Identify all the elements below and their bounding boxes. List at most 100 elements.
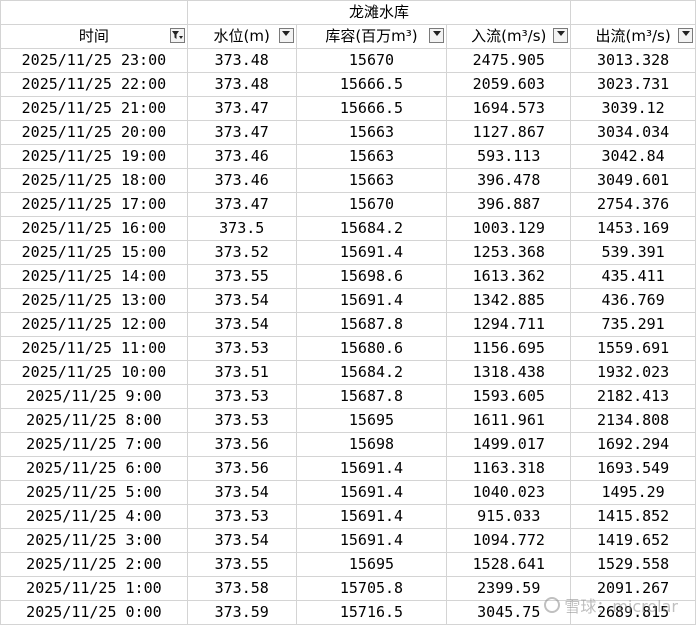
inflow-cell[interactable]: 396.478 [446, 168, 572, 193]
water-level-cell[interactable]: 373.59 [186, 600, 297, 625]
outflow-cell[interactable]: 539.391 [570, 240, 696, 265]
water-level-cell[interactable]: 373.53 [186, 336, 297, 361]
time-cell[interactable]: 2025/11/25 6:00 [0, 456, 188, 481]
time-cell[interactable]: 2025/11/25 9:00 [0, 384, 188, 409]
water-level-cell[interactable]: 373.47 [186, 192, 297, 217]
water-level-cell[interactable]: 373.54 [186, 312, 297, 337]
storage-cell[interactable]: 15666.5 [295, 72, 448, 97]
time-cell[interactable]: 2025/11/25 7:00 [0, 432, 188, 457]
storage-cell[interactable]: 15663 [295, 144, 448, 169]
inflow-cell[interactable]: 1528.641 [446, 552, 572, 577]
storage-cell[interactable]: 15670 [295, 48, 448, 73]
outflow-cell[interactable]: 3042.84 [570, 144, 696, 169]
water-level-cell[interactable]: 373.48 [186, 72, 297, 97]
water-level-cell[interactable]: 373.5 [186, 216, 297, 241]
inflow-cell[interactable]: 1694.573 [446, 96, 572, 121]
water-level-cell[interactable]: 373.47 [186, 96, 297, 121]
time-cell[interactable]: 2025/11/25 2:00 [0, 552, 188, 577]
water-level-cell[interactable]: 373.55 [186, 264, 297, 289]
water-level-cell[interactable]: 373.58 [186, 576, 297, 601]
title-blank-cell[interactable] [0, 0, 188, 25]
outflow-cell[interactable]: 1529.558 [570, 552, 696, 577]
outflow-cell[interactable]: 3023.731 [570, 72, 696, 97]
filter-active-icon[interactable] [169, 28, 185, 43]
outflow-cell[interactable]: 1453.169 [570, 216, 696, 241]
storage-cell[interactable]: 15691.4 [295, 504, 448, 529]
water-level-cell[interactable]: 373.52 [186, 240, 297, 265]
inflow-cell[interactable]: 1318.438 [446, 360, 572, 385]
storage-cell[interactable]: 15684.2 [295, 216, 448, 241]
inflow-cell[interactable]: 1611.961 [446, 408, 572, 433]
time-cell[interactable]: 2025/11/25 12:00 [0, 312, 188, 337]
storage-cell[interactable]: 15691.4 [295, 480, 448, 505]
outflow-cell[interactable]: 1419.652 [570, 528, 696, 553]
storage-cell[interactable]: 15666.5 [295, 96, 448, 121]
time-cell[interactable]: 2025/11/25 1:00 [0, 576, 188, 601]
time-cell[interactable]: 2025/11/25 0:00 [0, 600, 188, 625]
header-water-level[interactable]: 水位(m) [186, 24, 297, 49]
outflow-cell[interactable]: 1932.023 [570, 360, 696, 385]
storage-cell[interactable]: 15698 [295, 432, 448, 457]
time-cell[interactable]: 2025/11/25 23:00 [0, 48, 188, 73]
inflow-cell[interactable]: 1593.605 [446, 384, 572, 409]
inflow-cell[interactable]: 1156.695 [446, 336, 572, 361]
outflow-cell[interactable]: 1495.29 [570, 480, 696, 505]
water-level-cell[interactable]: 373.46 [186, 168, 297, 193]
storage-cell[interactable]: 15663 [295, 120, 448, 145]
storage-cell[interactable]: 15684.2 [295, 360, 448, 385]
time-cell[interactable]: 2025/11/25 10:00 [0, 360, 188, 385]
water-level-cell[interactable]: 373.53 [186, 384, 297, 409]
water-level-cell[interactable]: 373.48 [186, 48, 297, 73]
outflow-cell[interactable]: 1559.691 [570, 336, 696, 361]
water-level-cell[interactable]: 373.51 [186, 360, 297, 385]
water-level-cell[interactable]: 373.54 [186, 528, 297, 553]
storage-cell[interactable]: 15691.4 [295, 288, 448, 313]
header-time[interactable]: 时间 [0, 24, 188, 49]
water-level-cell[interactable]: 373.53 [186, 504, 297, 529]
time-cell[interactable]: 2025/11/25 22:00 [0, 72, 188, 97]
storage-cell[interactable]: 15670 [295, 192, 448, 217]
storage-cell[interactable]: 15691.4 [295, 456, 448, 481]
time-cell[interactable]: 2025/11/25 20:00 [0, 120, 188, 145]
water-level-cell[interactable]: 373.46 [186, 144, 297, 169]
storage-cell[interactable]: 15698.6 [295, 264, 448, 289]
dropdown-arrow-icon[interactable] [429, 28, 445, 43]
storage-cell[interactable]: 15687.8 [295, 384, 448, 409]
storage-cell[interactable]: 15691.4 [295, 528, 448, 553]
outflow-cell[interactable]: 2754.376 [570, 192, 696, 217]
header-storage[interactable]: 库容(百万m³) [295, 24, 448, 49]
water-level-cell[interactable]: 373.54 [186, 480, 297, 505]
outflow-cell[interactable]: 2182.413 [570, 384, 696, 409]
title-empty-cell[interactable] [570, 0, 696, 25]
outflow-cell[interactable]: 3049.601 [570, 168, 696, 193]
time-cell[interactable]: 2025/11/25 11:00 [0, 336, 188, 361]
outflow-cell[interactable]: 435.411 [570, 264, 696, 289]
outflow-cell[interactable]: 436.769 [570, 288, 696, 313]
header-outflow[interactable]: 出流(m³/s) [570, 24, 696, 49]
inflow-cell[interactable]: 1499.017 [446, 432, 572, 457]
inflow-cell[interactable]: 1094.772 [446, 528, 572, 553]
outflow-cell[interactable]: 3034.034 [570, 120, 696, 145]
storage-cell[interactable]: 15716.5 [295, 600, 448, 625]
storage-cell[interactable]: 15705.8 [295, 576, 448, 601]
time-cell[interactable]: 2025/11/25 21:00 [0, 96, 188, 121]
inflow-cell[interactable]: 1342.885 [446, 288, 572, 313]
outflow-cell[interactable]: 1692.294 [570, 432, 696, 457]
inflow-cell[interactable]: 593.113 [446, 144, 572, 169]
time-cell[interactable]: 2025/11/25 13:00 [0, 288, 188, 313]
inflow-cell[interactable]: 2059.603 [446, 72, 572, 97]
inflow-cell[interactable]: 1040.023 [446, 480, 572, 505]
time-cell[interactable]: 2025/11/25 16:00 [0, 216, 188, 241]
time-cell[interactable]: 2025/11/25 17:00 [0, 192, 188, 217]
storage-cell[interactable]: 15663 [295, 168, 448, 193]
time-cell[interactable]: 2025/11/25 14:00 [0, 264, 188, 289]
inflow-cell[interactable]: 1127.867 [446, 120, 572, 145]
outflow-cell[interactable]: 3013.328 [570, 48, 696, 73]
time-cell[interactable]: 2025/11/25 19:00 [0, 144, 188, 169]
water-level-cell[interactable]: 373.56 [186, 432, 297, 457]
outflow-cell[interactable]: 735.291 [570, 312, 696, 337]
inflow-cell[interactable]: 1163.318 [446, 456, 572, 481]
outflow-cell[interactable]: 2134.808 [570, 408, 696, 433]
inflow-cell[interactable]: 396.887 [446, 192, 572, 217]
storage-cell[interactable]: 15695 [295, 552, 448, 577]
